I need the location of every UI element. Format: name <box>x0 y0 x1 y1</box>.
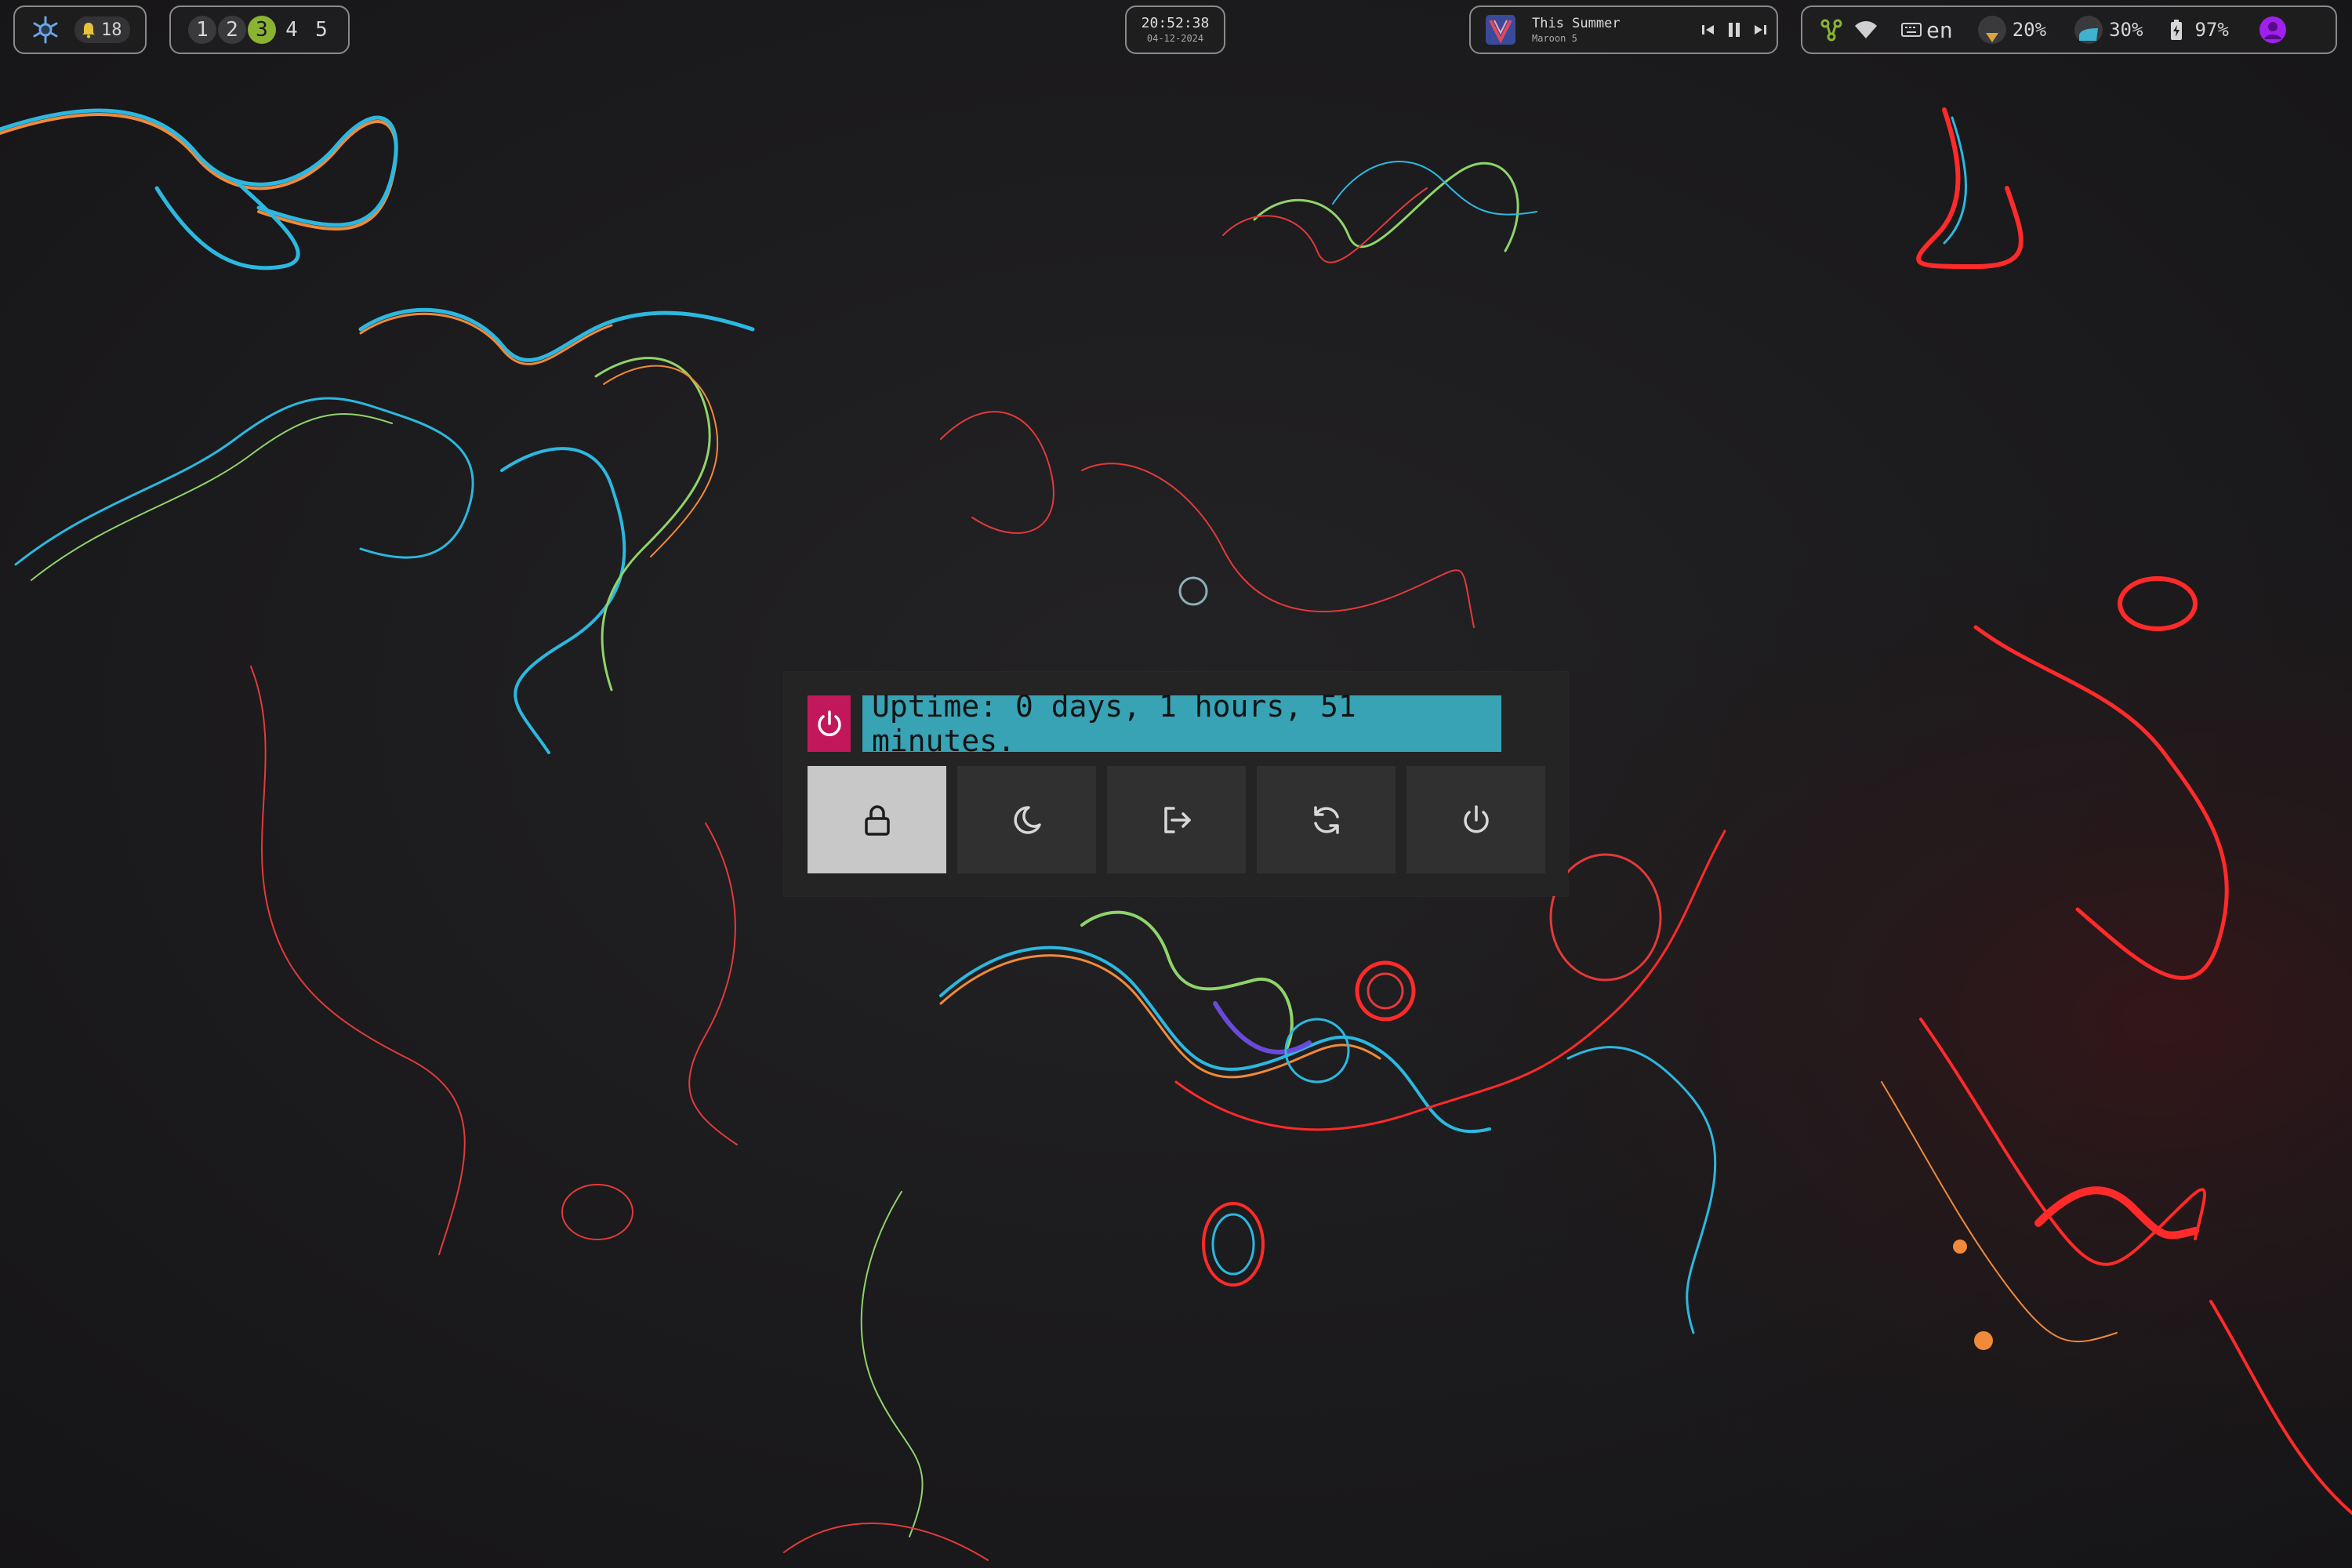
user-avatar-icon[interactable] <box>2259 16 2287 44</box>
launcher-pill: 18 <box>13 5 147 54</box>
keyboard-icon <box>1901 22 1922 38</box>
workspace-2[interactable]: 2 <box>218 16 246 44</box>
logout-button[interactable] <box>1107 766 1246 873</box>
battery-charging-icon <box>2169 19 2183 41</box>
clock-pill[interactable]: 20:52:38 04-12-2024 <box>1125 5 1225 54</box>
moon-icon <box>1010 803 1044 837</box>
battery-group[interactable]: 97% <box>2169 19 2229 41</box>
power-menu: Uptime: 0 days, 1 hours, 51 minutes. <box>784 672 1568 896</box>
clock-time: 20:52:38 <box>1141 15 1210 31</box>
shutdown-button[interactable] <box>1406 766 1545 873</box>
album-art-icon <box>1485 14 1516 45</box>
suspend-button[interactable] <box>957 766 1096 873</box>
brightness-value: 20% <box>2012 19 2047 41</box>
workspace-4[interactable]: 4 <box>278 16 306 44</box>
network-nodes-icon[interactable] <box>1820 18 1843 42</box>
lock-button[interactable] <box>808 766 946 873</box>
gear-snowflake-icon[interactable] <box>31 15 60 45</box>
volume-icon <box>2073 14 2104 45</box>
media-pill: This Summer Maroon 5 <box>1469 5 1778 54</box>
volume-value: 30% <box>2109 19 2143 41</box>
uptime-prompt: Uptime: 0 days, 1 hours, 51 minutes. <box>862 689 1501 758</box>
notification-badge[interactable]: 18 <box>74 16 130 43</box>
workspace-1[interactable]: 1 <box>188 16 216 44</box>
workspace-list: 1 2 3 4 5 <box>188 16 337 44</box>
logout-icon <box>1160 803 1194 837</box>
status-pill: en 20% 30% 97% <box>1801 5 2337 54</box>
keyboard-layout[interactable]: en <box>1926 17 1953 43</box>
wifi-icon[interactable] <box>1854 20 1878 40</box>
clock-date: 04-12-2024 <box>1146 33 1204 44</box>
media-title: This Summer <box>1532 16 1621 31</box>
workspace-5[interactable]: 5 <box>307 16 336 44</box>
reboot-icon <box>1309 803 1344 837</box>
workspace-3[interactable]: 3 <box>248 16 276 44</box>
brightness-icon <box>1976 14 2008 45</box>
power-icon <box>814 708 845 739</box>
power-menu-badge <box>808 695 851 752</box>
battery-value: 97% <box>2194 19 2229 41</box>
pause-icon[interactable] <box>1725 20 1744 39</box>
brightness-group[interactable]: 20% <box>1976 14 2046 45</box>
notification-count: 18 <box>101 20 122 40</box>
reboot-button[interactable] <box>1257 766 1396 873</box>
volume-group[interactable]: 30% <box>2073 14 2143 45</box>
skip-next-icon[interactable] <box>1751 21 1769 38</box>
power-icon <box>1459 803 1494 837</box>
media-info: This Summer Maroon 5 <box>1532 15 1689 45</box>
skip-previous-icon[interactable] <box>1700 21 1717 38</box>
media-artist: Maroon 5 <box>1532 33 1577 44</box>
lock-icon <box>860 803 895 837</box>
bell-icon <box>81 21 96 38</box>
workspaces-pill: 1 2 3 4 5 <box>169 5 350 54</box>
